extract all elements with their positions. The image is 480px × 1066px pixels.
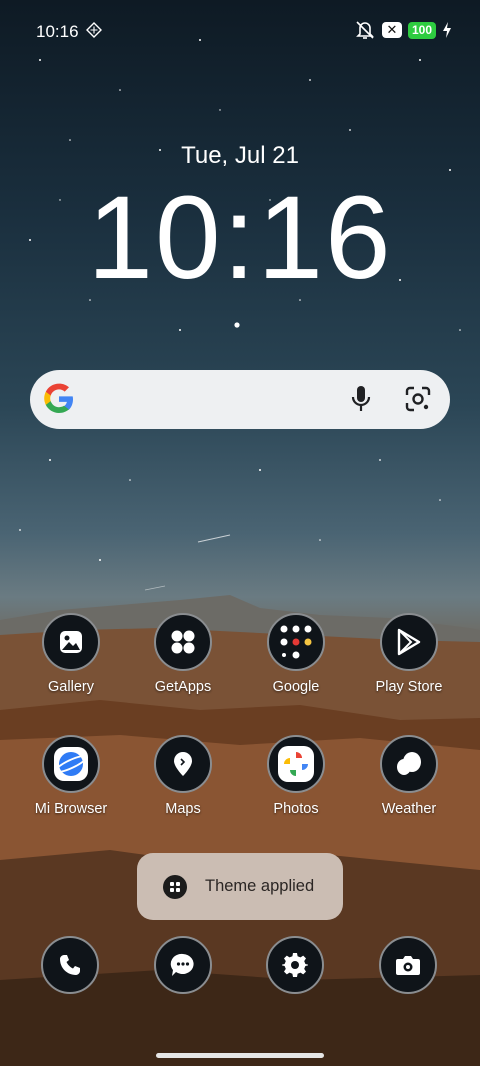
bell-off-icon [356, 21, 374, 39]
app-label: Photos [273, 801, 319, 817]
status-icons: ✕ 100 [354, 20, 452, 40]
phone-icon [60, 955, 80, 975]
mic-icon[interactable] [350, 385, 372, 413]
google-search-bar[interactable] [30, 370, 450, 429]
dock-phone[interactable] [41, 936, 99, 994]
app-label: Mi Browser [34, 801, 108, 817]
wallpaper-stars [19, 39, 461, 591]
toast-text: Theme applied [205, 877, 315, 895]
app-label: GetApps [154, 679, 212, 695]
gesture-nav-handle[interactable] [156, 1053, 324, 1058]
lock-date: Tue, Jul 21 [181, 142, 299, 169]
x-badge-icon: ✕ [381, 22, 402, 38]
app-play-store[interactable]: Play Store [354, 613, 464, 695]
app-label: Weather [381, 801, 437, 817]
app-label: Gallery [48, 679, 94, 695]
gallery-icon [42, 613, 100, 671]
tile-icon [86, 22, 102, 38]
maps-icon [154, 735, 212, 793]
app-mi-browser[interactable]: Mi Browser [16, 735, 126, 817]
app-label: Google [272, 679, 320, 695]
theme-icon [163, 875, 187, 899]
app-gallery[interactable]: Gallery [16, 613, 126, 695]
settings-icon [282, 953, 308, 977]
app-maps[interactable]: Maps [128, 735, 238, 817]
photos-icon [267, 735, 325, 793]
google-folder-icon [267, 613, 325, 671]
app-getapps[interactable]: GetApps [128, 613, 238, 695]
play-store-icon [380, 613, 438, 671]
battery-icon: 100 [407, 21, 436, 39]
charging-bolt-icon [443, 22, 451, 38]
lock-clock: 10:16 [87, 172, 393, 304]
messages-icon [170, 953, 194, 976]
lens-icon[interactable] [404, 385, 432, 413]
dock-messages[interactable] [154, 936, 212, 994]
dock-camera[interactable] [379, 936, 437, 994]
app-label: Play Store [375, 679, 443, 695]
google-g-icon [44, 383, 73, 413]
toast-theme-applied: Theme applied [137, 853, 343, 920]
app-label: Maps [165, 801, 201, 817]
app-weather[interactable]: Weather [354, 735, 464, 817]
app-google-folder[interactable]: Google [241, 613, 351, 695]
dock-settings[interactable] [266, 936, 324, 994]
status-bar: 10:16 ✕ 100 [0, 0, 480, 62]
status-time: 10:16 [36, 22, 79, 41]
camera-icon [396, 956, 420, 975]
getapps-icon [154, 613, 212, 671]
weather-icon [380, 735, 438, 793]
browser-icon [42, 735, 100, 793]
home-screen: 10:16 ✕ 100 Tue, Jul 21 10:16 Gallery Ge… [0, 0, 480, 1066]
app-photos[interactable]: Photos [241, 735, 351, 817]
